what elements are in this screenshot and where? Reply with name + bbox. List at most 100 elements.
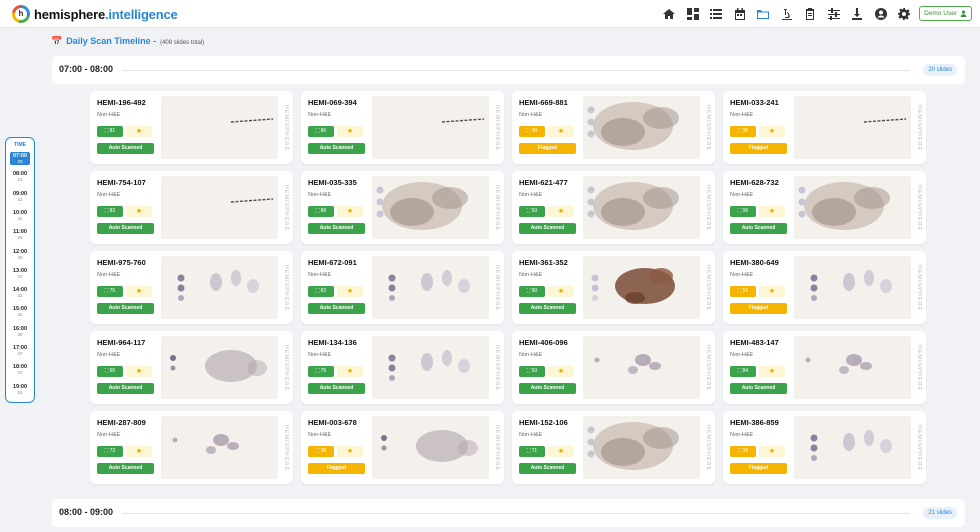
user-menu-button[interactable]: Demo User xyxy=(919,6,972,21)
time-scrubber[interactable]: TIME 07:00 20 08:00 21- 09:00 41- 10:00 31- 11:0… xyxy=(5,137,35,403)
slide-card[interactable]: HEMI-003-678 Non-H&E ⛶ 36 ★ Flagged HEMISPHER… xyxy=(301,411,504,484)
favorite-star-button[interactable]: ★ xyxy=(548,286,574,297)
clipboard-nav-button[interactable] xyxy=(799,7,823,21)
home-nav-button[interactable] xyxy=(658,7,682,21)
slide-thumbnail[interactable] xyxy=(583,96,700,159)
slide-card[interactable]: HEMI-152-106 Non-H&E ⛶ 71 ★ Auto Scanned HEMI… xyxy=(512,411,715,484)
slide-thumbnail[interactable] xyxy=(161,96,278,159)
favorite-star-button[interactable]: ★ xyxy=(126,366,152,377)
slide-card[interactable]: HEMI-628-732 Non-H&E ⛶ 96 ★ Auto Scanned HEMI… xyxy=(723,171,926,244)
favorite-star-button[interactable]: ★ xyxy=(759,126,785,137)
star-icon: ★ xyxy=(768,208,776,215)
settings-nav-button[interactable] xyxy=(893,7,917,21)
slide-card[interactable]: HEMI-669-881 Non-H&E ⛶ 49 ★ Flagged HEMISPHER… xyxy=(512,91,715,164)
time-section-label: 08:00 - 09:00 xyxy=(59,507,114,517)
time-scrubber-hour[interactable]: 09:00 41- xyxy=(6,191,34,206)
favorite-star-button[interactable]: ★ xyxy=(548,126,574,137)
slide-thumbnail[interactable] xyxy=(583,416,700,479)
slide-card[interactable]: HEMI-406-096 Non-H&E ⛶ 93 ★ Auto Scanned HEMI… xyxy=(512,331,715,404)
dashboard-nav-button[interactable] xyxy=(681,7,705,21)
favorite-star-button[interactable]: ★ xyxy=(126,206,152,217)
slide-thumbnail[interactable] xyxy=(161,336,278,399)
slide-thumbnail[interactable] xyxy=(372,96,489,159)
slide-card[interactable]: HEMI-483-147 Non-H&E ⛶ 84 ★ Auto Scanned HEMI… xyxy=(723,331,926,404)
time-scrubber-hour[interactable]: 19:00 15 xyxy=(6,384,34,395)
slide-thumbnail[interactable] xyxy=(794,336,911,399)
slide-card[interactable]: HEMI-386-859 Non-H&E ⛶ 39 ★ Flagged HEMISPHER… xyxy=(723,411,926,484)
calendar-nav-button[interactable] xyxy=(728,7,752,21)
time-scrubber-hour[interactable]: 12:00 40- xyxy=(6,249,34,264)
favorite-star-button[interactable]: ★ xyxy=(337,366,363,377)
favorite-star-button[interactable]: ★ xyxy=(337,446,363,457)
favorite-star-button[interactable]: ★ xyxy=(337,126,363,137)
slide-thumbnail-image xyxy=(376,182,468,230)
time-scrubber-hour[interactable]: 07:00 20 xyxy=(10,152,30,165)
slide-card[interactable]: HEMI-035-335 Non-H&E ⛶ 88 ★ Auto Scanned HEMI… xyxy=(301,171,504,244)
time-scrubber-hour[interactable]: 16:00 30- xyxy=(6,326,34,341)
download-nav-button[interactable] xyxy=(846,7,870,21)
slide-card[interactable]: HEMI-196-492 Non-H&E ⛶ 81 ★ Auto Scanned HEMI… xyxy=(90,91,293,164)
slide-thumbnail[interactable] xyxy=(583,176,700,239)
favorite-star-button[interactable]: ★ xyxy=(759,446,785,457)
list-nav-button[interactable] xyxy=(705,7,729,21)
time-scrubber-hour[interactable]: 11:00 25- xyxy=(6,229,34,244)
slide-thumbnail[interactable] xyxy=(372,416,489,479)
favorite-star-button[interactable]: ★ xyxy=(126,126,152,137)
account-circle-nav-button[interactable] xyxy=(869,7,893,21)
slide-card[interactable]: HEMI-754-107 Non-H&E ⛶ 83 ★ Auto Scanned HEMI… xyxy=(90,171,293,244)
time-scrubber-hour[interactable]: 10:00 31- xyxy=(6,210,34,225)
slide-thumbnail[interactable] xyxy=(583,256,700,319)
microscope-nav-button[interactable] xyxy=(775,7,799,21)
favorite-star-button[interactable]: ★ xyxy=(126,286,152,297)
favorite-star-button[interactable]: ★ xyxy=(759,366,785,377)
slide-thumbnail[interactable] xyxy=(794,416,911,479)
slide-id: HEMI-386-859 xyxy=(730,418,779,427)
favorite-star-button[interactable]: ★ xyxy=(548,206,574,217)
slide-thumbnail-image xyxy=(594,354,661,374)
favorite-star-button[interactable]: ★ xyxy=(126,446,152,457)
favorite-star-button[interactable]: ★ xyxy=(759,286,785,297)
slide-card[interactable]: HEMI-033-241 Non-H&E ⛶ 36 ★ Flagged HEMISPHER… xyxy=(723,91,926,164)
slide-thumbnail[interactable] xyxy=(794,176,911,239)
slide-thumbnail[interactable] xyxy=(794,256,911,319)
favorite-star-button[interactable]: ★ xyxy=(337,206,363,217)
time-section-header[interactable]: 08:00 - 09:00 21 slides xyxy=(52,499,965,527)
favorite-star-button[interactable]: ★ xyxy=(337,286,363,297)
slide-card[interactable]: HEMI-069-394 Non-H&E ⛶ 86 ★ Auto Scanned HEMI… xyxy=(301,91,504,164)
time-scrubber-hour[interactable]: 08:00 21- xyxy=(6,171,34,186)
nav-icon-bar xyxy=(658,7,917,21)
slide-thumbnail[interactable] xyxy=(161,176,278,239)
watermark-text: HEMISPHERE xyxy=(283,344,289,392)
hour-separator: - xyxy=(19,316,21,322)
slide-card[interactable]: HEMI-672-091 Non-H&E ⛶ 83 ★ Auto Scanned HEMI… xyxy=(301,251,504,324)
slide-thumbnail[interactable] xyxy=(161,416,278,479)
slide-card[interactable]: HEMI-134-136 Non-H&E ⛶ 75 ★ Auto Scanned HEMI… xyxy=(301,331,504,404)
slide-card[interactable]: HEMI-975-760 Non-H&E ⛶ 75 ★ Auto Scanned HEMI… xyxy=(90,251,293,324)
slide-thumbnail[interactable] xyxy=(372,176,489,239)
slide-thumbnail[interactable] xyxy=(794,96,911,159)
slide-card[interactable]: HEMI-621-477 Non-H&E ⛶ 93 ★ Auto Scanned HEMI… xyxy=(512,171,715,244)
time-scrubber-hour[interactable]: 17:00 47- xyxy=(6,345,34,360)
folder-nav-button[interactable] xyxy=(752,7,776,21)
slide-thumbnail[interactable] xyxy=(372,256,489,319)
slide-thumbnail[interactable] xyxy=(372,336,489,399)
slide-id: HEMI-069-394 xyxy=(308,98,357,107)
favorite-star-button[interactable]: ★ xyxy=(548,446,574,457)
slide-card[interactable]: HEMI-287-809 Non-H&E ⛶ 73 ★ Auto Scanned HEMI… xyxy=(90,411,293,484)
time-scrubber-hour[interactable]: 14:00 33- xyxy=(6,287,34,302)
slide-thumbnail[interactable] xyxy=(161,256,278,319)
slide-card[interactable]: HEMI-380-649 Non-H&E ⛶ 53 ★ Flagged HEMISPHER… xyxy=(723,251,926,324)
slide-thumbnail[interactable] xyxy=(583,336,700,399)
time-scrubber-hour[interactable]: 18:00 37- xyxy=(6,364,34,379)
time-section-header[interactable]: 07:00 - 08:00 20 slides xyxy=(52,56,965,84)
time-scrubber-hour[interactable]: 15:00 32- xyxy=(6,306,34,321)
slide-card[interactable]: HEMI-361-352 Non-H&E ⛶ 90 ★ Auto Scanned HEMI… xyxy=(512,251,715,324)
slide-card[interactable]: HEMI-964-117 Non-H&E ⛶ 65 ★ Auto Scanned HEMI… xyxy=(90,331,293,404)
sliders-nav-button[interactable] xyxy=(822,7,846,21)
stain-type: Non-H&E xyxy=(730,432,754,438)
brand-logo[interactable]: h hemisphere.intelligence xyxy=(12,5,178,23)
time-scrubber-hour[interactable]: 13:00 37- xyxy=(6,268,34,283)
quality-score-value: 88 xyxy=(320,208,327,214)
favorite-star-button[interactable]: ★ xyxy=(759,206,785,217)
favorite-star-button[interactable]: ★ xyxy=(548,366,574,377)
